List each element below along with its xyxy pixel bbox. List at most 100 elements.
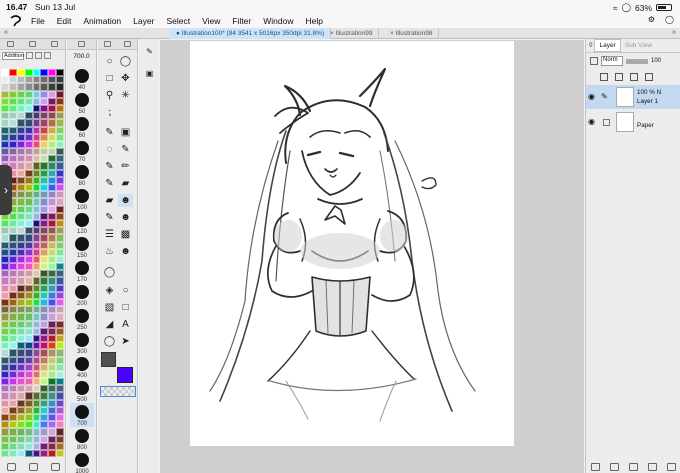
color-swatch[interactable] <box>48 219 57 228</box>
color-swatch[interactable] <box>16 212 25 220</box>
color-swatch[interactable] <box>48 385 57 393</box>
color-swatch[interactable] <box>40 306 49 314</box>
color-swatch[interactable] <box>24 399 33 407</box>
color-swatch[interactable] <box>40 406 49 414</box>
color-swatch[interactable] <box>56 449 64 458</box>
color-swatch[interactable] <box>32 119 41 127</box>
color-swatch[interactable] <box>24 349 33 357</box>
color-swatch[interactable] <box>24 126 33 134</box>
color-swatch[interactable] <box>56 198 64 206</box>
color-swatch[interactable] <box>56 320 64 328</box>
color-swatch[interactable] <box>40 140 49 149</box>
color-swatch[interactable] <box>32 428 41 436</box>
color-swatch[interactable] <box>8 119 17 127</box>
replace-color-icon[interactable] <box>35 52 42 59</box>
color-swatch[interactable] <box>1 248 9 256</box>
color-swatch[interactable] <box>40 399 49 407</box>
color-swatch[interactable] <box>16 270 25 278</box>
color-swatch[interactable] <box>16 392 25 400</box>
color-swatch[interactable] <box>56 97 64 105</box>
opacity-slider[interactable] <box>626 58 648 64</box>
color-swatch[interactable] <box>1 140 9 149</box>
color-swatch[interactable] <box>16 191 25 199</box>
color-swatch[interactable] <box>32 421 41 429</box>
color-swatch[interactable] <box>1 313 9 321</box>
color-swatch[interactable] <box>16 370 25 379</box>
checkbox-icon[interactable] <box>603 119 610 126</box>
color-swatch[interactable] <box>40 428 49 436</box>
select-tool-icon[interactable]: □ <box>102 72 117 85</box>
color-swatch[interactable] <box>8 428 17 436</box>
color-swatch[interactable] <box>16 119 25 127</box>
color-swatch[interactable] <box>1 378 9 386</box>
color-swatch[interactable] <box>16 284 25 292</box>
color-swatch[interactable] <box>24 277 33 285</box>
color-swatch[interactable] <box>40 392 49 400</box>
color-swatch[interactable] <box>1 133 9 141</box>
color-swatch[interactable] <box>32 270 41 278</box>
color-swatch[interactable] <box>1 291 9 299</box>
color-swatch[interactable] <box>16 414 25 422</box>
color-swatch[interactable] <box>56 349 64 357</box>
color-swatch[interactable] <box>8 83 17 91</box>
color-swatch[interactable] <box>16 442 25 450</box>
color-swatch[interactable] <box>32 169 41 177</box>
merge-layer-icon[interactable] <box>648 463 657 471</box>
collapse-right-icon[interactable]: » <box>672 29 676 36</box>
color-swatch[interactable] <box>8 263 17 271</box>
color-swatch[interactable] <box>56 104 64 113</box>
brush-size-option[interactable]: 50 <box>70 91 94 115</box>
color-swatch[interactable] <box>8 90 17 98</box>
color-swatch[interactable] <box>8 385 17 393</box>
brush-size-option[interactable]: 800 <box>70 427 94 451</box>
color-swatch[interactable] <box>56 227 64 235</box>
menu-edit[interactable]: Edit <box>57 16 72 26</box>
color-swatch[interactable] <box>24 449 33 458</box>
color-swatch[interactable] <box>40 97 49 105</box>
edit-swatch-icon[interactable] <box>28 463 38 471</box>
color-swatch[interactable] <box>1 363 9 371</box>
brush-size-option[interactable]: 250 <box>70 307 94 331</box>
color-swatch[interactable] <box>56 334 64 343</box>
color-swatch[interactable] <box>40 162 49 170</box>
color-swatch[interactable] <box>1 126 9 134</box>
color-swatch[interactable] <box>32 356 41 364</box>
color-swatch[interactable] <box>32 162 41 170</box>
color-swatch[interactable] <box>48 169 57 177</box>
color-swatch[interactable] <box>32 212 41 220</box>
color-swatch[interactable] <box>40 219 49 228</box>
color-swatch[interactable] <box>40 83 49 91</box>
color-swatch[interactable] <box>56 184 64 192</box>
menu-layer[interactable]: Layer <box>133 16 154 26</box>
color-swatch[interactable] <box>32 385 41 393</box>
color-swatch[interactable] <box>16 291 25 299</box>
color-swatch[interactable] <box>1 97 9 105</box>
color-swatch[interactable] <box>8 227 17 235</box>
color-swatch[interactable] <box>1 104 9 113</box>
color-swatch[interactable] <box>40 284 49 292</box>
color-swatch[interactable] <box>1 284 9 292</box>
color-swatch[interactable] <box>40 112 49 120</box>
color-swatch[interactable] <box>32 148 41 156</box>
color-swatch[interactable] <box>32 227 41 235</box>
color-swatch[interactable] <box>48 133 57 141</box>
delete-swatch-icon[interactable] <box>50 463 60 471</box>
fill-bucket-tool-icon[interactable]: ◈ <box>102 284 117 297</box>
color-swatch[interactable] <box>24 176 33 184</box>
color-swatch[interactable] <box>32 219 41 228</box>
color-swatch[interactable] <box>16 97 25 105</box>
color-swatch[interactable] <box>16 406 25 414</box>
color-swatch[interactable] <box>32 155 41 163</box>
color-swatch[interactable] <box>48 155 57 163</box>
color-swatch[interactable] <box>56 140 64 149</box>
color-swatch[interactable] <box>16 263 25 271</box>
soft-eraser-tool-icon[interactable]: ▰ <box>102 194 117 207</box>
color-swatch[interactable] <box>1 428 9 436</box>
layer-move-tool-icon[interactable]: ▣ <box>118 126 133 139</box>
color-set-icon[interactable] <box>50 41 58 47</box>
color-swatch[interactable] <box>1 148 9 156</box>
color-swatch[interactable] <box>8 334 17 343</box>
color-swatch[interactable] <box>1 342 9 350</box>
color-swatch[interactable] <box>24 90 33 98</box>
color-swatch[interactable] <box>24 162 33 170</box>
